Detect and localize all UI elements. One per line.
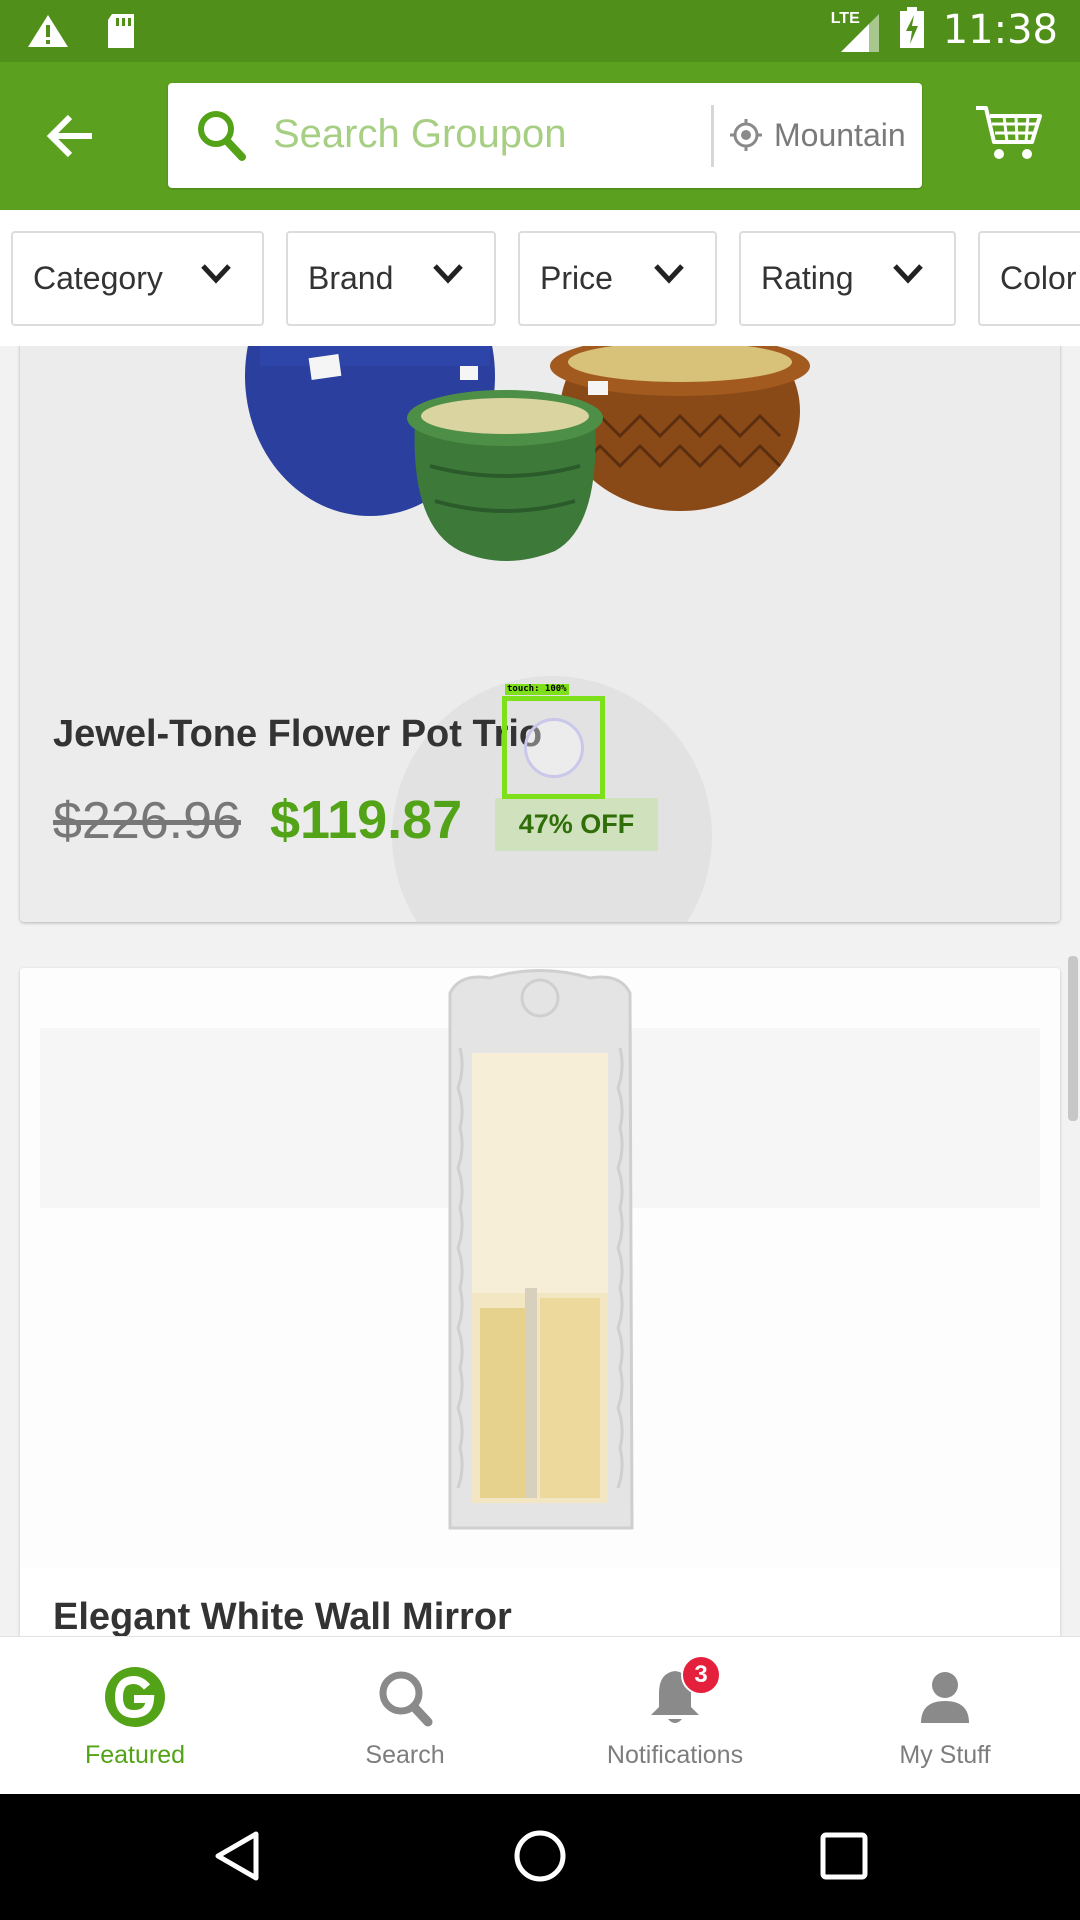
nav-label: My Stuff <box>899 1741 991 1769</box>
nav-label: Notifications <box>606 1741 744 1769</box>
touch-point <box>524 718 584 778</box>
search-input[interactable]: Search Groupon <box>273 112 567 157</box>
notification-badge: 3 <box>681 1655 721 1695</box>
nav-label: Featured <box>84 1741 186 1769</box>
back-button[interactable] <box>40 106 100 166</box>
product-title: Jewel-Tone Flower Pot Trio <box>53 713 543 755</box>
filter-category[interactable]: Category <box>11 231 264 326</box>
chevron-down-icon <box>893 264 923 284</box>
product-title: Elegant White Wall Mirror <box>53 1596 512 1636</box>
system-home-button[interactable] <box>510 1826 570 1886</box>
system-recents-button[interactable] <box>814 1826 874 1886</box>
filter-price[interactable]: Price <box>518 231 717 326</box>
status-bar: LTE 11:38 <box>0 0 1080 62</box>
groupon-g-icon <box>103 1665 167 1729</box>
filter-label: Color <box>1000 260 1077 296</box>
search-bar[interactable]: Search Groupon Mountain <box>168 83 922 188</box>
search-icon <box>196 109 246 166</box>
filter-brand[interactable]: Brand <box>286 231 496 326</box>
location-icon[interactable] <box>728 117 764 158</box>
original-price: $226.96 <box>53 792 241 850</box>
bottom-navigation: Featured Search 3 Notifications My Stuff <box>0 1636 1080 1794</box>
product-card[interactable]: Elegant White Wall Mirror <box>20 968 1060 1636</box>
location-label[interactable]: Mountain <box>774 117 914 154</box>
cart-button[interactable] <box>974 102 1044 164</box>
system-back-button[interactable] <box>208 1826 268 1886</box>
sd-card-icon <box>104 12 138 55</box>
battery-charging-icon <box>899 6 925 54</box>
chevron-down-icon <box>201 264 231 284</box>
app-toolbar: Search Groupon Mountain <box>0 62 1080 210</box>
nav-notifications[interactable]: 3 Notifications <box>540 1637 810 1795</box>
nav-search[interactable]: Search <box>270 1637 540 1795</box>
product-image <box>20 968 1060 1568</box>
square-recents-icon <box>820 1832 868 1880</box>
filter-bar: Category Brand Price Rating Color <box>0 210 1080 346</box>
product-image <box>245 346 810 561</box>
nav-label: Search <box>365 1741 445 1769</box>
filter-label: Brand <box>308 260 394 296</box>
triangle-back-icon <box>215 1831 259 1881</box>
clock: 11:38 <box>942 7 1058 53</box>
filter-label: Category <box>33 260 163 296</box>
system-navigation-bar <box>0 1794 1080 1920</box>
sale-price: $119.87 <box>270 790 463 850</box>
person-icon <box>913 1665 977 1729</box>
nav-my-stuff[interactable]: My Stuff <box>810 1637 1080 1795</box>
chevron-down-icon <box>433 264 463 284</box>
product-list: Jewel-Tone Flower Pot Trio $226.96 $119.… <box>0 346 1080 1636</box>
filter-label: Rating <box>761 260 854 296</box>
signal-icon: LTE <box>831 6 881 54</box>
discount-badge: 47% OFF <box>495 798 658 851</box>
cart-icon <box>976 106 1042 159</box>
scrollbar[interactable] <box>1068 956 1078 1121</box>
warning-icon <box>26 13 70 54</box>
filter-label: Price <box>540 260 613 296</box>
circle-home-icon <box>514 1830 566 1882</box>
nav-featured[interactable]: Featured <box>0 1637 270 1795</box>
chevron-down-icon <box>654 264 684 284</box>
touch-indicator-label: touch: 100% <box>505 684 569 695</box>
filter-color[interactable]: Color <box>978 231 1080 326</box>
product-card[interactable]: Jewel-Tone Flower Pot Trio $226.96 $119.… <box>20 346 1060 922</box>
arrow-left-icon <box>46 114 92 158</box>
bell-icon: 3 <box>643 1655 721 1729</box>
search-divider <box>711 105 714 167</box>
filter-rating[interactable]: Rating <box>739 231 956 326</box>
search-icon <box>373 1665 437 1729</box>
